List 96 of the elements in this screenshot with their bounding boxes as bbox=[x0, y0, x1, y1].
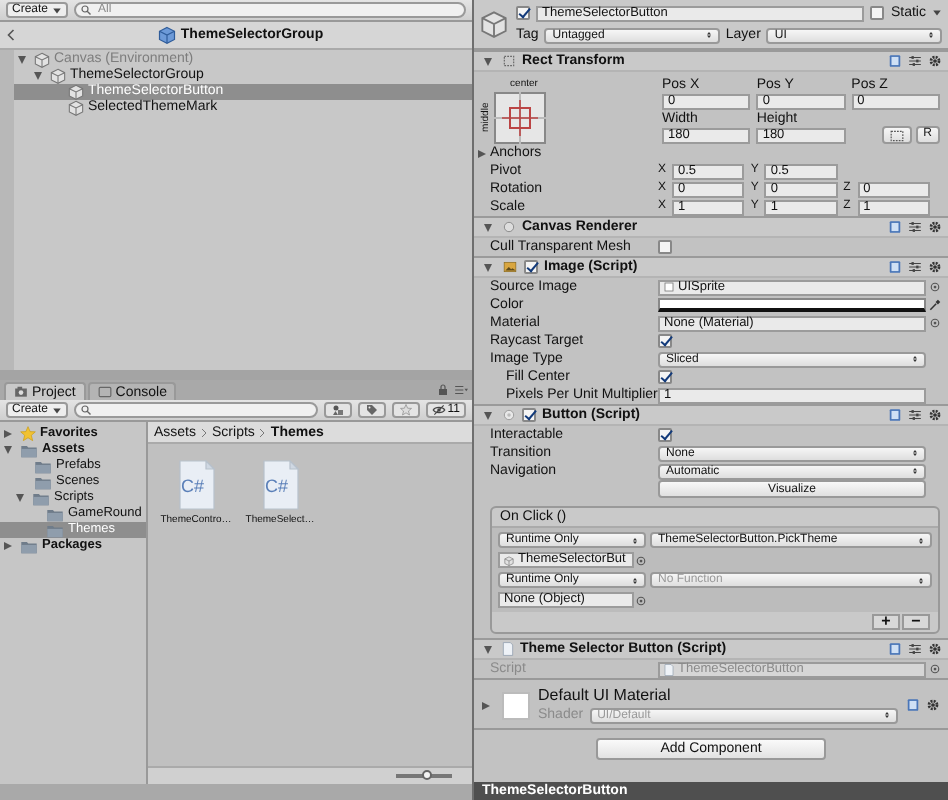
updown-icon bbox=[912, 448, 918, 458]
add-button[interactable]: + bbox=[872, 614, 900, 630]
cube-icon bbox=[480, 10, 508, 38]
dotted-square-icon bbox=[502, 54, 516, 68]
file-type-label: C# bbox=[265, 476, 289, 496]
eye-slash-icon bbox=[431, 404, 446, 416]
expander-icon[interactable] bbox=[4, 542, 12, 550]
updown-icon bbox=[912, 466, 918, 476]
settings-icon[interactable] bbox=[926, 698, 940, 712]
filter-button[interactable] bbox=[323, 402, 352, 418]
caret-icon bbox=[52, 5, 63, 15]
checkbox[interactable] bbox=[870, 6, 885, 20]
material-title: Default UI Material bbox=[538, 686, 673, 704]
checkbox[interactable] bbox=[516, 6, 530, 20]
blueprint-button[interactable] bbox=[881, 126, 912, 144]
expander-icon[interactable] bbox=[482, 701, 490, 709]
window-icon bbox=[97, 386, 112, 398]
checkbox[interactable] bbox=[658, 428, 672, 442]
menu-icon[interactable] bbox=[454, 384, 468, 396]
chevron-icon bbox=[200, 427, 209, 437]
updown-icon bbox=[928, 30, 934, 40]
help-icon[interactable] bbox=[888, 220, 902, 234]
file-type-label: C# bbox=[181, 476, 205, 496]
caret-icon bbox=[52, 405, 63, 415]
checkbox[interactable] bbox=[658, 240, 672, 254]
help-icon[interactable] bbox=[888, 408, 902, 422]
updown-icon bbox=[884, 710, 890, 720]
object-picker-icon[interactable] bbox=[636, 595, 646, 605]
circle-icon bbox=[502, 220, 516, 234]
settings-icon[interactable] bbox=[928, 260, 942, 274]
dotted-rectangle-icon bbox=[889, 129, 904, 141]
updown-icon bbox=[918, 575, 924, 585]
star-icon bbox=[20, 426, 36, 442]
object-picker-icon[interactable] bbox=[636, 555, 646, 565]
settings-icon[interactable] bbox=[928, 220, 942, 234]
tag-icon bbox=[365, 404, 378, 416]
object-picker-icon[interactable] bbox=[930, 664, 940, 674]
sliders-icon[interactable] bbox=[908, 54, 922, 68]
help-icon[interactable] bbox=[888, 54, 902, 68]
eyedropper-icon[interactable] bbox=[928, 298, 942, 312]
chevron-icon bbox=[258, 427, 267, 437]
expander-icon[interactable] bbox=[4, 446, 12, 454]
checkbox[interactable] bbox=[522, 408, 536, 422]
folder-icon bbox=[20, 539, 38, 553]
back-icon[interactable] bbox=[6, 28, 16, 42]
checkbox[interactable] bbox=[658, 370, 672, 384]
object-picker-icon[interactable] bbox=[930, 282, 940, 292]
slider-thumb[interactable] bbox=[422, 770, 433, 780]
caret-icon[interactable] bbox=[932, 8, 942, 18]
expander-icon[interactable] bbox=[484, 223, 492, 231]
checkbox[interactable] bbox=[524, 260, 538, 274]
expander-icon[interactable] bbox=[484, 411, 492, 419]
sliders-icon[interactable] bbox=[908, 642, 922, 656]
expander-icon[interactable] bbox=[4, 430, 12, 438]
updown-icon bbox=[632, 575, 638, 585]
script-icon bbox=[664, 663, 674, 675]
star-icon bbox=[399, 404, 412, 416]
sliders-icon[interactable] bbox=[908, 408, 922, 422]
color-field[interactable] bbox=[658, 298, 926, 312]
expander-icon[interactable] bbox=[16, 494, 24, 502]
label-button[interactable] bbox=[357, 402, 386, 418]
script-file-icon bbox=[177, 460, 215, 510]
shapes-icon bbox=[331, 404, 344, 416]
lock-icon[interactable] bbox=[438, 384, 448, 396]
settings-icon[interactable] bbox=[928, 408, 942, 422]
expander-icon[interactable] bbox=[484, 57, 492, 65]
updown-icon bbox=[912, 354, 918, 364]
cube-icon bbox=[504, 555, 514, 565]
help-icon[interactable] bbox=[888, 642, 902, 656]
settings-icon[interactable] bbox=[928, 54, 942, 68]
cube-icon bbox=[158, 26, 177, 44]
help-icon[interactable] bbox=[906, 698, 920, 712]
script-icon bbox=[502, 642, 514, 656]
search-field[interactable] bbox=[74, 402, 318, 418]
sliders-icon[interactable] bbox=[908, 220, 922, 234]
updown-icon bbox=[632, 535, 638, 545]
search-icon bbox=[80, 4, 93, 16]
camera-icon bbox=[14, 386, 28, 398]
checkbox[interactable] bbox=[658, 334, 672, 348]
expander-icon[interactable] bbox=[484, 263, 492, 271]
help-icon[interactable] bbox=[888, 260, 902, 274]
expander-icon[interactable] bbox=[478, 149, 486, 157]
material-preview bbox=[502, 691, 530, 719]
circle-icon bbox=[502, 408, 516, 422]
expander-icon[interactable] bbox=[484, 645, 492, 653]
anchor-preset-icon[interactable] bbox=[494, 92, 546, 144]
updown-icon bbox=[918, 535, 924, 545]
script-file-icon bbox=[261, 460, 299, 510]
sprite-icon bbox=[664, 282, 674, 292]
settings-icon[interactable] bbox=[928, 642, 942, 656]
sliders-icon[interactable] bbox=[908, 260, 922, 274]
remove-button[interactable]: − bbox=[902, 614, 930, 630]
object-picker-icon[interactable] bbox=[930, 318, 940, 328]
search-icon bbox=[80, 404, 93, 416]
updown-icon bbox=[705, 30, 712, 40]
image-icon bbox=[502, 260, 518, 274]
